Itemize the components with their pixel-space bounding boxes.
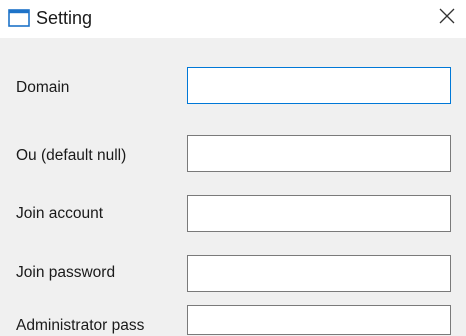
administrator-pass-input[interactable] (187, 305, 451, 335)
window-title: Setting (36, 8, 93, 28)
settings-window: Setting Domain Ou (default null) Join ac… (0, 0, 466, 335)
window-icon (8, 9, 30, 27)
administrator-pass-label: Administrator pass (16, 317, 145, 334)
join-account-label: Join account (16, 205, 104, 222)
close-icon (439, 8, 455, 29)
domain-label: Domain (16, 79, 70, 96)
ou-label: Ou (default null) (16, 147, 127, 164)
join-password-label: Join password (16, 264, 116, 281)
domain-input[interactable] (187, 67, 451, 104)
ou-input[interactable] (187, 135, 451, 172)
title-bar: Setting (0, 0, 466, 38)
close-button[interactable] (432, 3, 462, 33)
join-account-input[interactable] (187, 195, 451, 232)
join-password-input[interactable] (187, 255, 451, 292)
